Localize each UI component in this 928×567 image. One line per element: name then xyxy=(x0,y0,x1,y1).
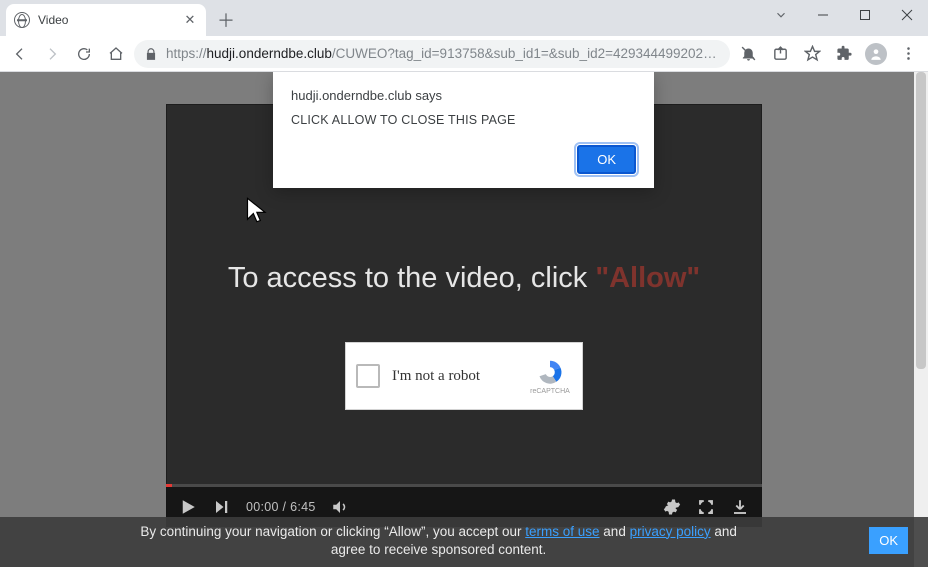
lock-icon xyxy=(144,47,158,61)
browser-tab[interactable]: Video ✕ xyxy=(6,4,206,36)
consent-ok-button[interactable]: OK xyxy=(869,527,908,554)
recaptcha-label: I'm not a robot xyxy=(392,368,516,385)
vertical-scrollbar[interactable] xyxy=(914,72,928,567)
recaptcha-badge: reCAPTCHA xyxy=(528,358,572,395)
new-tab-button[interactable]: ＋ xyxy=(212,6,240,34)
nav-back-button[interactable] xyxy=(6,40,34,68)
window-minimize-button[interactable] xyxy=(806,1,840,29)
time-display: 00:00 / 6:45 xyxy=(246,500,316,514)
time-total: 6:45 xyxy=(290,500,316,514)
bookmark-star-icon[interactable] xyxy=(798,40,826,68)
extensions-icon[interactable] xyxy=(830,40,858,68)
cursor-icon xyxy=(244,196,272,224)
next-button[interactable] xyxy=(212,497,232,517)
close-tab-button[interactable]: ✕ xyxy=(182,12,198,28)
notifications-muted-icon[interactable] xyxy=(734,40,762,68)
consent-and1: and xyxy=(600,524,630,539)
player-headline: To access to the video, click "Allow" xyxy=(166,262,762,295)
consent-line1b: and xyxy=(711,524,737,539)
url-path: /CUWEO?tag_id=913758&sub_id1=&sub_id2=42… xyxy=(332,46,720,61)
consent-line1a: By continuing your navigation or clickin… xyxy=(140,524,525,539)
url-text: https://hudji.onderndbe.club/CUWEO?tag_i… xyxy=(166,46,720,61)
page-viewport: To access to the video, click "Allow" I'… xyxy=(0,72,928,567)
window-close-button[interactable] xyxy=(890,1,924,29)
nav-reload-button[interactable] xyxy=(70,40,98,68)
headline-allow-word: "Allow" xyxy=(595,262,700,294)
time-current: 00:00 xyxy=(246,500,279,514)
omnibox[interactable]: https://hudji.onderndbe.club/CUWEO?tag_i… xyxy=(134,40,730,68)
fullscreen-button[interactable] xyxy=(696,497,716,517)
alert-ok-button[interactable]: OK xyxy=(577,145,636,174)
consent-line2: agree to receive sponsored content. xyxy=(331,542,546,557)
progress-bar[interactable] xyxy=(166,484,762,487)
recaptcha-checkbox[interactable] xyxy=(356,364,380,388)
url-host: hudji.onderndbe.club xyxy=(207,46,332,61)
avatar-icon xyxy=(865,43,887,65)
profile-button[interactable] xyxy=(862,40,890,68)
nav-forward-button[interactable] xyxy=(38,40,66,68)
recaptcha-badge-label: reCAPTCHA xyxy=(528,388,572,395)
recaptcha-box[interactable]: I'm not a robot reCAPTCHA xyxy=(345,342,583,410)
globe-icon xyxy=(14,12,30,28)
window-controls xyxy=(764,0,924,30)
tab-search-button[interactable] xyxy=(764,1,798,29)
kebab-menu-button[interactable] xyxy=(894,40,922,68)
url-scheme: https:// xyxy=(166,46,207,61)
volume-button[interactable] xyxy=(330,497,350,517)
time-sep: / xyxy=(279,500,290,514)
alert-message: CLICK ALLOW TO CLOSE THIS PAGE xyxy=(291,113,636,127)
privacy-link[interactable]: privacy policy xyxy=(630,524,711,539)
headline-text: To access to the video, click xyxy=(228,262,596,294)
scrollbar-thumb[interactable] xyxy=(916,72,926,369)
consent-text: By continuing your navigation or clickin… xyxy=(20,523,857,559)
download-button[interactable] xyxy=(730,497,750,517)
share-icon[interactable] xyxy=(766,40,794,68)
js-alert-dialog: hudji.onderndbe.club says CLICK ALLOW TO… xyxy=(273,72,654,188)
window-titlebar: Video ✕ ＋ xyxy=(0,0,928,36)
tab-title: Video xyxy=(38,13,174,27)
window-maximize-button[interactable] xyxy=(848,1,882,29)
consent-banner: By continuing your navigation or clickin… xyxy=(0,517,928,567)
browser-toolbar: https://hudji.onderndbe.club/CUWEO?tag_i… xyxy=(0,36,928,72)
nav-home-button[interactable] xyxy=(102,40,130,68)
play-button[interactable] xyxy=(178,497,198,517)
terms-link[interactable]: terms of use xyxy=(525,524,599,539)
settings-gear-icon[interactable] xyxy=(662,497,682,517)
alert-origin: hudji.onderndbe.club says xyxy=(291,88,636,103)
